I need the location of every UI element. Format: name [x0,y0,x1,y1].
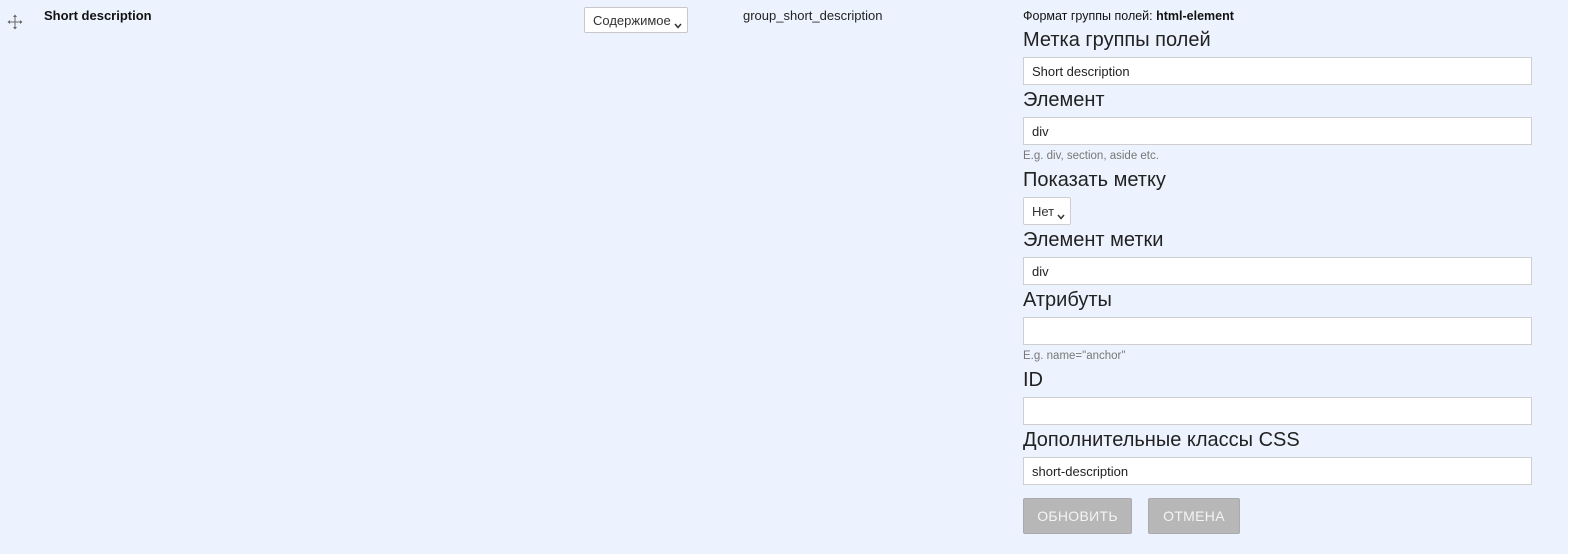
css-classes-title: Дополнительные классы CSS [1023,429,1300,451]
drag-handle[interactable] [6,13,24,31]
region-select-value: Содержимое [593,12,671,28]
element-input[interactable] [1023,117,1532,145]
show-label-title: Показать метку [1023,169,1166,191]
group-label-input[interactable] [1023,57,1532,85]
form-actions: ОБНОВИТЬ ОТМЕНА [1023,498,1532,534]
id-input[interactable] [1023,397,1532,425]
group-label-title: Метка группы полей [1023,29,1211,51]
move-cross-icon [6,14,24,35]
row-label: Short description [44,8,152,23]
machine-name: group_short_description [743,8,883,23]
format-type-value: html-element [1156,9,1234,23]
attributes-input[interactable] [1023,317,1532,345]
cancel-button[interactable]: ОТМЕНА [1148,498,1240,534]
id-title: ID [1023,369,1043,391]
show-label-select[interactable]: Нет [1023,197,1071,225]
field-group-row: Short description Содержимое group_short… [0,0,1568,554]
chevron-down-icon [1057,208,1065,220]
attributes-hint: E.g. name="anchor" [1023,350,1126,362]
element-title: Элемент [1023,89,1105,111]
update-button[interactable]: ОБНОВИТЬ [1023,498,1132,534]
format-type-line: Формат группы полей: html-element [1023,8,1532,24]
format-type-prefix: Формат группы полей: [1023,9,1153,23]
attributes-title: Атрибуты [1023,289,1112,311]
chevron-down-icon [674,17,682,29]
element-hint: E.g. div, section, aside etc. [1023,150,1159,162]
region-select[interactable]: Содержимое [584,7,688,33]
label-element-title: Элемент метки [1023,229,1164,251]
css-classes-input[interactable] [1023,457,1532,485]
label-element-input[interactable] [1023,257,1532,285]
show-label-select-value: Нет [1032,203,1055,219]
format-settings-form: Формат группы полей: html-element Метка … [1023,8,1532,534]
